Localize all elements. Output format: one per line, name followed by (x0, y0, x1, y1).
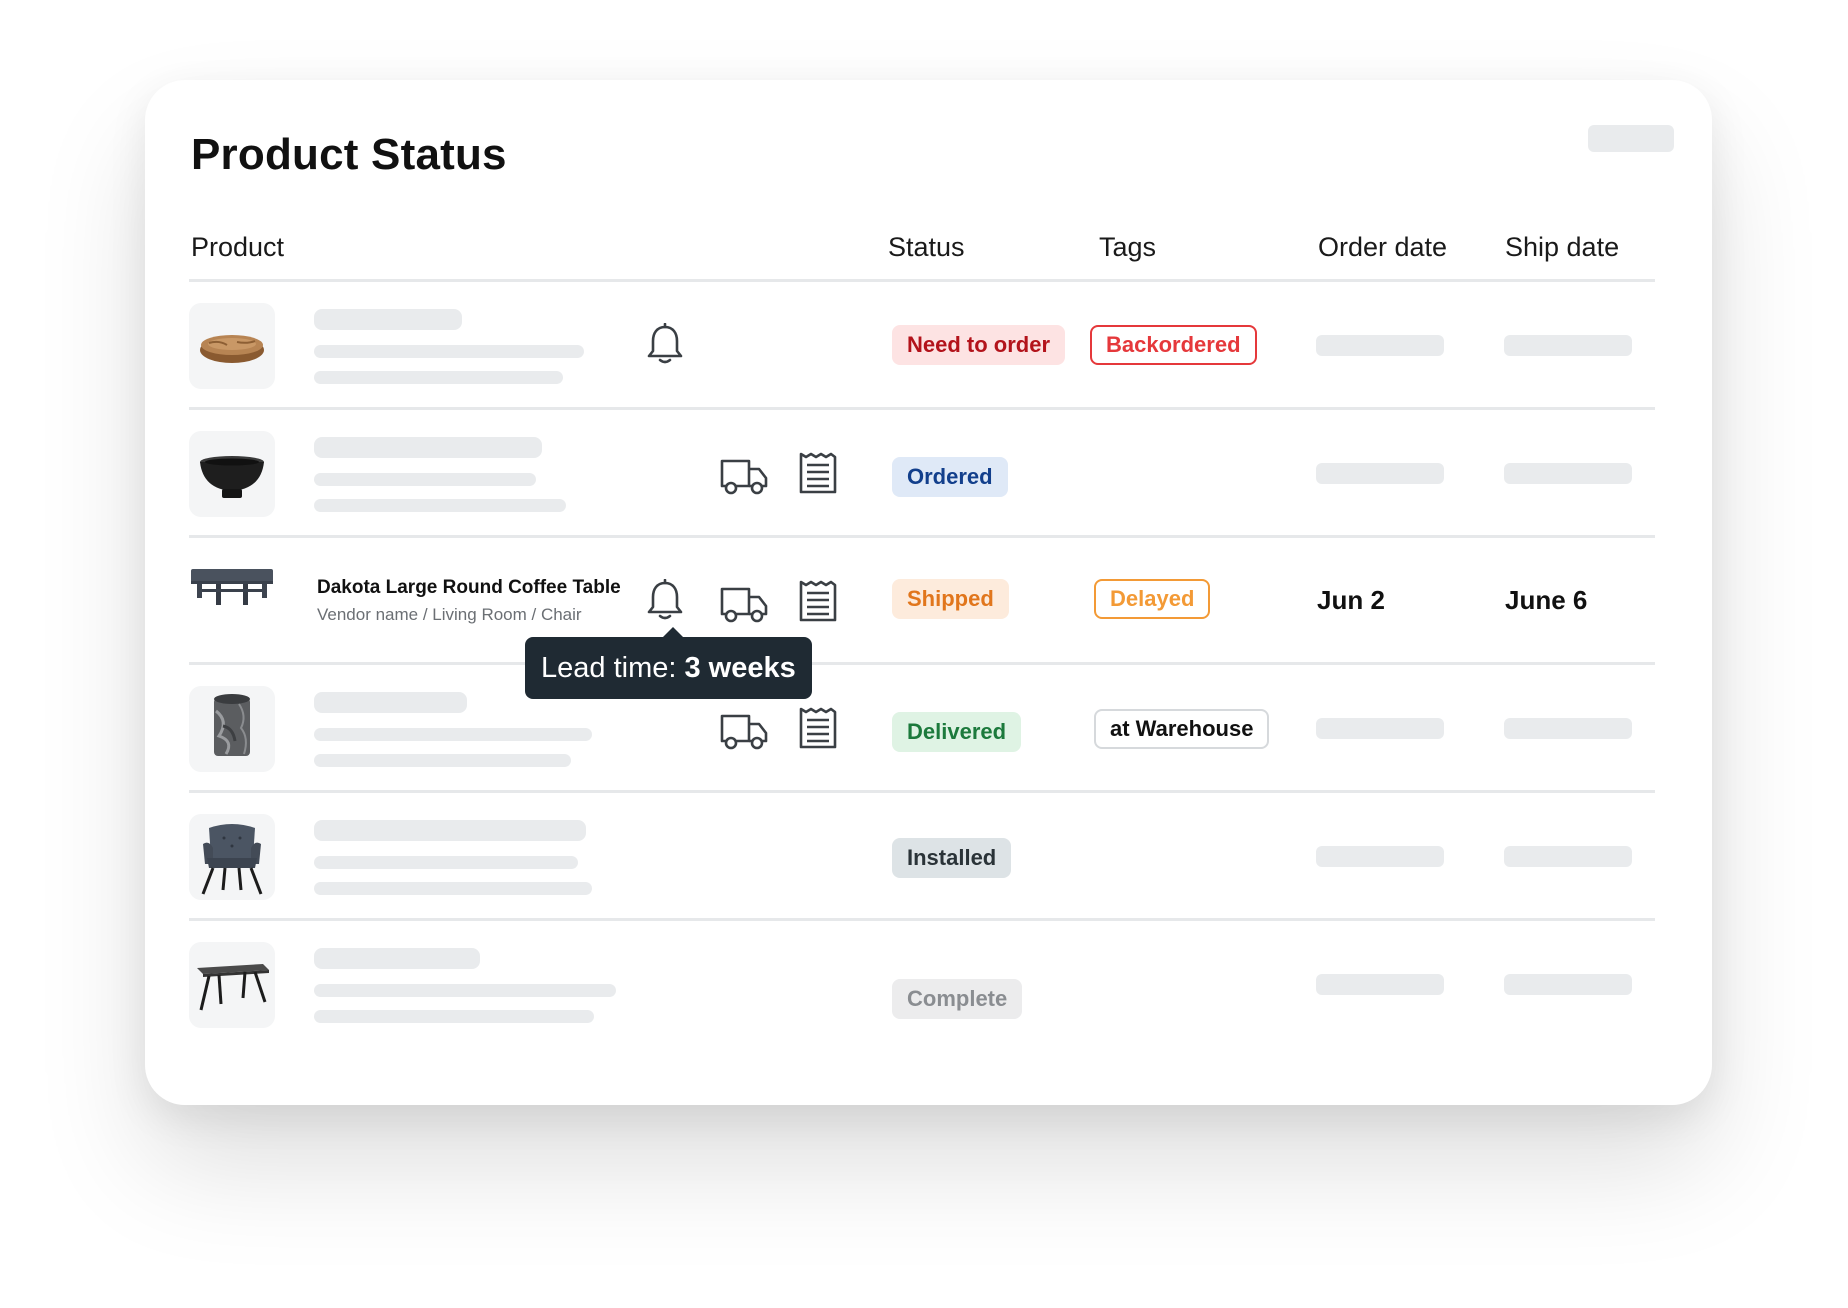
receipt-icon[interactable] (798, 579, 838, 623)
table-row-selected[interactable]: Dakota Large Round Coffee Table Vendor n… (145, 537, 1712, 665)
skeleton-line (314, 820, 586, 841)
order-date-skeleton (1316, 846, 1444, 867)
product-meta: Vendor name / Living Room / Chair (317, 605, 582, 624)
column-header-tags: Tags (1099, 232, 1157, 262)
table-row[interactable]: Delivered at Warehouse (145, 664, 1712, 792)
skeleton-line (314, 692, 467, 713)
tooltip-label: Lead time: (541, 652, 685, 684)
tag-badge[interactable]: Delayed (1094, 579, 1211, 619)
marble-vase-image (214, 694, 250, 756)
order-date-skeleton (1316, 974, 1444, 995)
round-coffee-table-image (191, 569, 273, 605)
ship-date: June 6 (1505, 585, 1588, 615)
order-date-skeleton (1316, 335, 1444, 356)
skeleton-line (314, 948, 480, 969)
skeleton-line (314, 473, 536, 486)
page-title: Product Status (191, 130, 507, 179)
ship-date-skeleton (1504, 846, 1632, 867)
product-thumbnail (189, 814, 275, 900)
skeleton-line (314, 437, 542, 458)
column-header-ship-date: Ship date (1505, 232, 1620, 262)
wooden-bowl-image (200, 335, 264, 363)
truck-icon[interactable] (719, 455, 769, 497)
velvet-armchair-image (201, 824, 263, 895)
header-action-placeholder (1588, 125, 1674, 152)
lead-time-tooltip: Lead time: 3 weeks (525, 627, 812, 699)
table-row[interactable]: Complete (145, 920, 1712, 1048)
ship-date-skeleton (1504, 974, 1632, 995)
black-pedestal-bowl-image (200, 456, 264, 498)
order-date-skeleton (1316, 718, 1444, 739)
status-badge: Installed (892, 838, 1012, 878)
status-badge: Ordered (892, 457, 1008, 497)
table-row[interactable]: Ordered (145, 409, 1712, 537)
product-thumbnail (189, 942, 275, 1028)
ship-date-skeleton (1504, 335, 1632, 356)
product-thumbnail (189, 431, 275, 517)
bell-icon[interactable] (646, 323, 684, 365)
product-status-card: Product Status Product Status Tags Order… (145, 80, 1712, 1105)
skeleton-line (314, 984, 616, 997)
product-name[interactable]: Dakota Large Round Coffee Table (317, 577, 621, 599)
status-badge: Need to order (892, 325, 1066, 365)
status-badge: Delivered (892, 712, 1022, 752)
tooltip-value: 3 weeks (684, 652, 796, 684)
tag-badge[interactable]: at Warehouse (1094, 709, 1270, 749)
dining-table-image (197, 964, 269, 1011)
skeleton-line (314, 754, 571, 767)
receipt-icon[interactable] (798, 451, 838, 495)
column-header-product: Product (191, 232, 285, 262)
skeleton-line (314, 309, 462, 330)
skeleton-line (314, 371, 563, 384)
status-badge: Complete (892, 979, 1023, 1019)
ship-date-skeleton (1504, 463, 1632, 484)
truck-icon[interactable] (719, 710, 769, 752)
table-row[interactable]: Need to order Backordered (145, 281, 1712, 409)
product-thumbnail (189, 686, 275, 772)
skeleton-line (314, 1010, 594, 1023)
status-badge: Shipped (892, 579, 1009, 619)
column-header-status: Status (888, 232, 965, 262)
tag-badge[interactable]: Backordered (1090, 325, 1257, 365)
order-date-skeleton (1316, 463, 1444, 484)
column-header-order-date: Order date (1318, 232, 1448, 262)
skeleton-line (314, 856, 578, 869)
skeleton-line (314, 728, 592, 741)
receipt-icon[interactable] (798, 706, 838, 750)
ship-date-skeleton (1504, 718, 1632, 739)
product-thumbnail (189, 559, 275, 645)
skeleton-line (314, 499, 566, 512)
bell-icon[interactable] (646, 579, 684, 621)
table-row[interactable]: Installed (145, 792, 1712, 920)
order-date: Jun 2 (1317, 585, 1385, 615)
truck-icon[interactable] (719, 583, 769, 625)
skeleton-line (314, 882, 592, 895)
product-thumbnail (189, 303, 275, 389)
skeleton-line (314, 345, 584, 358)
